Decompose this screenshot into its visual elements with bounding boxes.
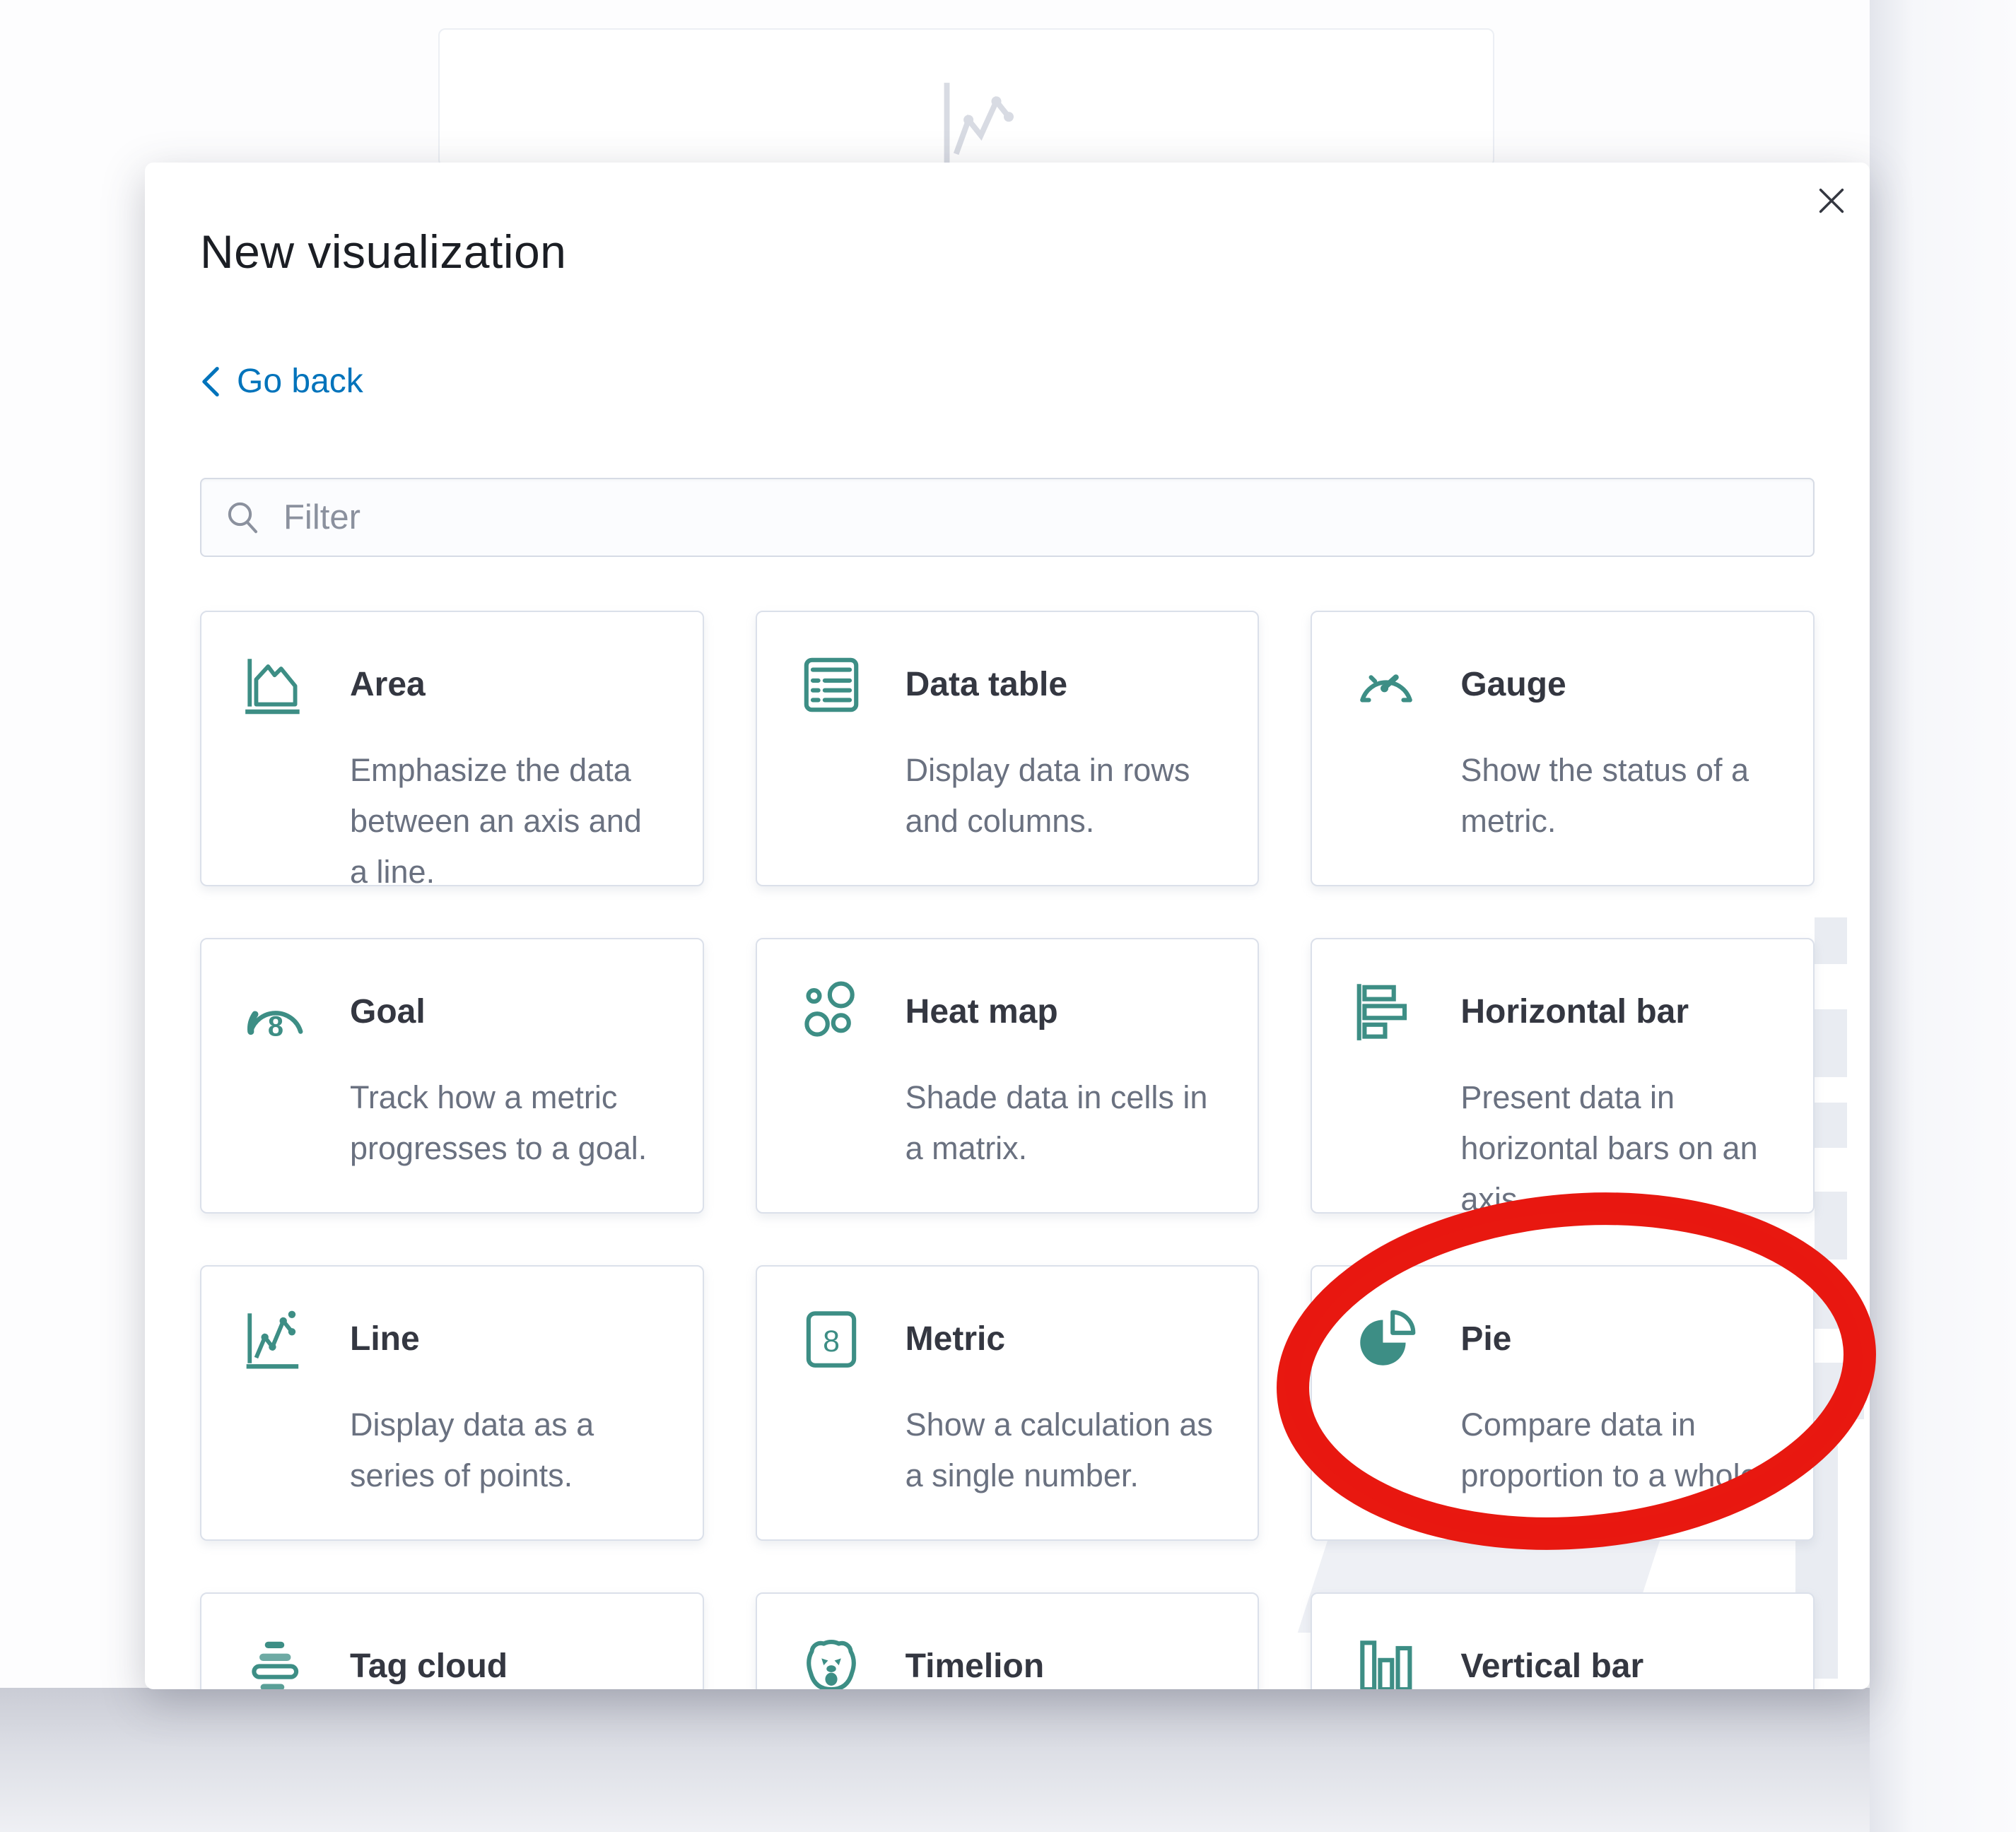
page-title: New visualization: [200, 163, 1815, 278]
tag-cloud-icon: [241, 1632, 310, 1690]
card-heat-map[interactable]: Heat map Shade data in cells in a matrix…: [756, 938, 1260, 1214]
go-back-link[interactable]: Go back: [200, 362, 363, 401]
close-icon[interactable]: [1812, 181, 1851, 221]
card-description: Present data in horizontal bars on an ax…: [1460, 1072, 1774, 1225]
card-description: Shade data in cells in a matrix.: [906, 1072, 1219, 1174]
svg-text:8: 8: [268, 1011, 283, 1042]
horizontal-bar-icon: [1352, 977, 1421, 1047]
card-title: Line: [350, 1320, 663, 1358]
card-pie[interactable]: Pie Compare data in proportion to a whol…: [1311, 1265, 1815, 1541]
card-title: Vertical bar: [1460, 1647, 1774, 1686]
card-description: Display data as a series of points.: [350, 1399, 663, 1501]
card-description: Track how a metric progresses to a goal.: [350, 1072, 663, 1174]
card-area[interactable]: Area Emphasize the data between an axis …: [200, 611, 704, 886]
faded-line-chart-icon: [934, 74, 1033, 167]
visualization-type-grid: Area Emphasize the data between an axis …: [200, 611, 1815, 1690]
metric-icon: 8: [797, 1305, 866, 1374]
card-horizontal-bar[interactable]: Horizontal bar Present data in horizonta…: [1311, 938, 1815, 1214]
card-description: Display data in rows and columns.: [906, 745, 1219, 847]
page-background-gradient: [0, 1688, 2016, 1832]
heat-map-icon: [797, 977, 866, 1047]
go-back-label: Go back: [237, 362, 363, 401]
area-chart-icon: [241, 650, 310, 720]
card-line[interactable]: Line Display data as a series of points.: [200, 1265, 704, 1541]
card-data-table[interactable]: Data table Display data in rows and colu…: [756, 611, 1260, 886]
card-title: Tag cloud: [350, 1647, 663, 1686]
svg-text:8: 8: [823, 1324, 840, 1358]
card-timelion[interactable]: Timelion Show time series data on a grap…: [756, 1592, 1260, 1690]
search-icon: [224, 498, 262, 536]
page-background-right: [1870, 0, 2016, 1832]
gauge-icon: [1352, 650, 1421, 720]
card-goal[interactable]: 8 Goal Track how a metric progresses to …: [200, 938, 704, 1214]
card-title: Heat map: [906, 992, 1219, 1031]
line-chart-icon: [241, 1305, 310, 1374]
card-description: Show the status of a metric.: [1460, 745, 1774, 847]
background-page-card: [438, 28, 1494, 167]
page: { "modal": { "title": "New visualization…: [0, 0, 2016, 1832]
card-metric[interactable]: 8 Metric Show a calculation as a single …: [756, 1265, 1260, 1541]
card-title: Horizontal bar: [1460, 992, 1774, 1031]
timelion-icon: [797, 1632, 866, 1690]
card-title: Gauge: [1460, 665, 1774, 704]
new-visualization-modal: New visualization Go back Area: [145, 163, 1870, 1689]
card-tag-cloud[interactable]: Tag cloud Display word frequency with fo…: [200, 1592, 704, 1690]
card-title: Pie: [1460, 1320, 1774, 1358]
data-table-icon: [797, 650, 866, 720]
card-description: Emphasize the data between an axis and a…: [350, 745, 663, 898]
pie-chart-icon: [1352, 1305, 1421, 1374]
card-title: Goal: [350, 992, 663, 1031]
card-gauge[interactable]: Gauge Show the status of a metric.: [1311, 611, 1815, 886]
card-description: Compare data in proportion to a whole.: [1460, 1399, 1774, 1501]
goal-icon: 8: [241, 977, 310, 1047]
vertical-bar-icon: [1352, 1632, 1421, 1690]
filter-search-box[interactable]: [200, 478, 1815, 557]
card-title: Timelion: [906, 1647, 1219, 1686]
chevron-left-icon: [200, 365, 221, 398]
card-description: Show a calculation as a single number.: [906, 1399, 1219, 1501]
card-title: Metric: [906, 1320, 1219, 1358]
card-title: Data table: [906, 665, 1219, 704]
filter-input[interactable]: [282, 497, 1791, 538]
card-vertical-bar[interactable]: Vertical bar Present data in vertical ba…: [1311, 1592, 1815, 1690]
card-title: Area: [350, 665, 663, 704]
